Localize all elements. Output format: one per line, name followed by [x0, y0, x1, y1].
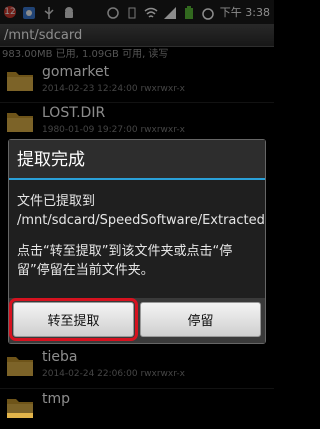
- extract-complete-dialog: 提取完成 文件已提取到 /mnt/sdcard/SpeedSoftware/Ex…: [8, 139, 266, 344]
- dialog-buttons: 转至提取 停留: [9, 298, 265, 343]
- dialog-message-path: 文件已提取到 /mnt/sdcard/SpeedSoftware/Extract…: [17, 194, 265, 228]
- dialog-title: 提取完成: [9, 140, 265, 180]
- dialog-body: 文件已提取到 /mnt/sdcard/SpeedSoftware/Extract…: [9, 180, 265, 298]
- goto-extracted-button[interactable]: 转至提取: [9, 298, 138, 341]
- dialog-message-hint: 点击“转至提取”到该文件夹或点击“停留”停留在当前文件夹。: [17, 244, 233, 278]
- stay-button[interactable]: 停留: [140, 302, 261, 337]
